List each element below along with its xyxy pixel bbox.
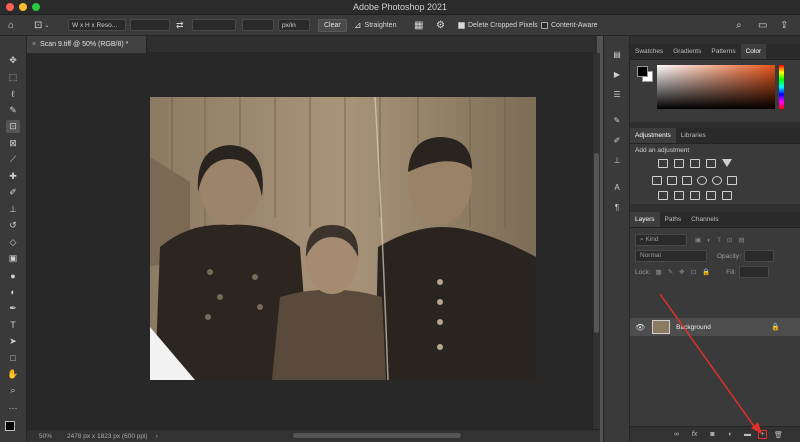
- annotation-arrow: [659, 293, 762, 434]
